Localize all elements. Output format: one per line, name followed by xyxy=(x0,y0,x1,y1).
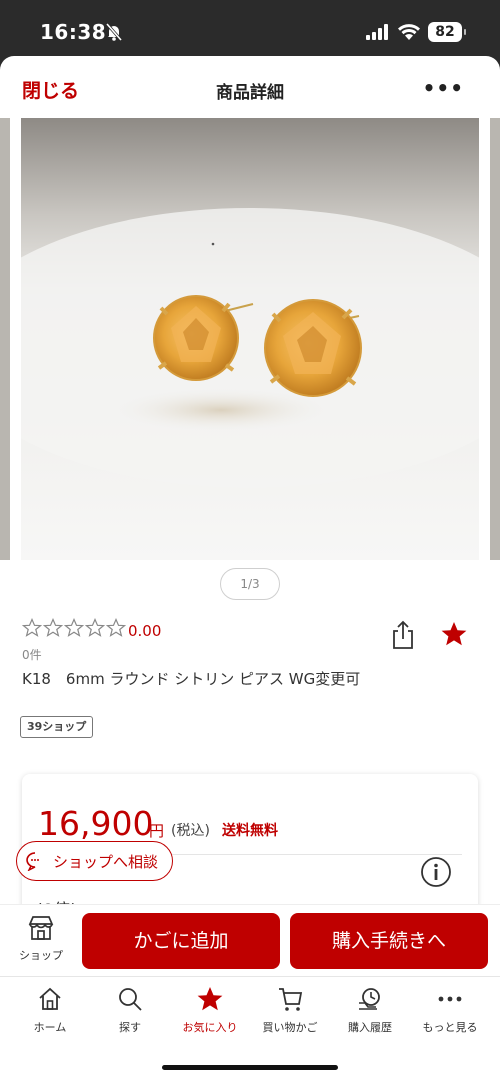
review-count[interactable]: 0件 xyxy=(22,646,42,663)
product-sheet: 閉じる 商品詳細 ••• 1/3 0.00 0件 K18 6mm ラウンド シト… xyxy=(0,56,500,1080)
next-image-peek[interactable] xyxy=(490,118,500,560)
shop-link-label: ショップ xyxy=(19,949,63,962)
tab-label: 買い物かご xyxy=(262,1021,318,1034)
star-empty-icon xyxy=(85,618,105,637)
image-page-indicator: 1/3 xyxy=(220,568,280,600)
rating-stars xyxy=(22,618,126,638)
star-empty-icon xyxy=(43,618,63,637)
tax-note: (税込) xyxy=(171,823,210,839)
history-icon xyxy=(359,988,380,1010)
tab-cart[interactable]: 買い物かご xyxy=(250,985,330,1035)
consult-shop-button[interactable]: ショップへ相談 xyxy=(16,841,174,881)
shop-icon xyxy=(28,916,54,940)
status-bar: 16:38 82 xyxy=(0,0,500,56)
home-icon xyxy=(39,987,61,1010)
wifi-icon xyxy=(398,24,420,40)
chat-icon xyxy=(26,852,39,871)
tab-label: 探す xyxy=(119,1021,141,1034)
star-empty-icon xyxy=(64,618,84,637)
free-shipping-label: 送料無料 xyxy=(222,823,278,839)
star-empty-icon xyxy=(22,618,42,637)
status-time: 16:38 xyxy=(40,20,107,44)
rating-value[interactable]: 0.00 xyxy=(128,622,161,640)
share-icon[interactable] xyxy=(390,620,416,650)
product-title: K18 6mm ラウンド シトリン ピアス WG変更可 xyxy=(22,670,361,688)
cart-icon xyxy=(279,988,303,1011)
info-icon[interactable] xyxy=(420,856,452,888)
home-indicator[interactable] xyxy=(162,1065,338,1070)
tab-home[interactable]: ホーム xyxy=(10,985,90,1035)
top-bar: 閉じる 商品詳細 ••• xyxy=(0,56,500,118)
action-bar: ショップ かごに追加 購入手続きへ xyxy=(0,904,500,976)
search-icon xyxy=(119,988,142,1011)
tab-search[interactable]: 探す xyxy=(90,985,170,1035)
tab-favorites[interactable]: お気に入り xyxy=(170,985,250,1035)
product-image[interactable] xyxy=(21,118,479,560)
battery-indicator: 82 xyxy=(428,22,466,42)
tab-label: 購入履歴 xyxy=(348,1021,392,1034)
bell-off-icon xyxy=(105,23,123,41)
consult-shop-label: ショップへ相談 xyxy=(53,852,159,871)
tab-label: ホーム xyxy=(33,1021,67,1034)
star-icon xyxy=(197,987,223,1011)
previous-image-peek[interactable] xyxy=(0,118,10,560)
favorite-star-icon[interactable] xyxy=(440,620,468,648)
more-options-button[interactable]: ••• xyxy=(423,76,464,100)
tab-history[interactable]: 購入履歴 xyxy=(330,985,410,1035)
shop-badge: 39ショップ xyxy=(20,716,94,738)
add-to-cart-button[interactable]: かごに追加 xyxy=(82,913,280,969)
price-currency: 円 xyxy=(149,822,165,840)
tab-label: お気に入り xyxy=(182,1021,238,1034)
checkout-button[interactable]: 購入手続きへ xyxy=(290,913,488,969)
shop-link[interactable]: ショップ xyxy=(14,915,68,963)
signal-icon xyxy=(366,24,388,40)
price-amount: 16,900 xyxy=(38,804,154,843)
more-icon xyxy=(438,996,462,1002)
tab-more[interactable]: もっと見る xyxy=(410,985,490,1035)
tab-label: もっと見る xyxy=(422,1021,478,1034)
star-empty-icon xyxy=(106,618,126,637)
